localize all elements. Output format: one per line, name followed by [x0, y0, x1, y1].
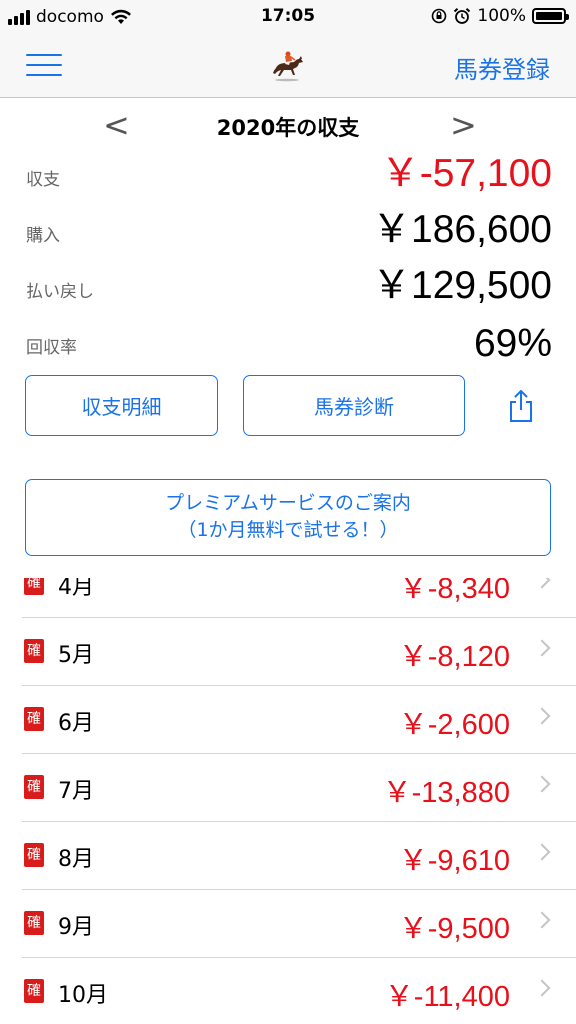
month-amount: ￥-2,600: [398, 709, 510, 741]
payout-value: ￥129,500: [372, 264, 552, 307]
chevron-right-icon: [533, 979, 551, 997]
chevron-right-icon: [533, 843, 551, 861]
list-item[interactable]: 確 9月 ￥-9,500: [0, 890, 576, 958]
list-item[interactable]: 確 4月 ￥-8,340: [0, 578, 576, 618]
navigation-bar: 馬券登録: [0, 36, 576, 98]
list-item[interactable]: 確 6月 ￥-2,600: [0, 686, 576, 754]
confirmed-badge: 確: [24, 843, 44, 867]
month-amount: ￥-11,400: [384, 981, 510, 1013]
payout-row: 払い戻し ￥129,500: [26, 260, 552, 310]
horse-jockey-icon: [273, 51, 303, 82]
confirmed-badge: 確: [24, 707, 44, 731]
chevron-right-icon: [533, 911, 551, 929]
confirmed-badge: 確: [24, 911, 44, 935]
year-title: 2020年の収支: [216, 116, 360, 140]
list-item[interactable]: 確 5月 ￥-8,120: [0, 618, 576, 686]
return-rate-label: 回収率: [26, 338, 77, 358]
chevron-right-icon: [533, 639, 551, 657]
chevron-right-icon: [533, 775, 551, 793]
month-amount: ￥-13,880: [382, 777, 510, 809]
month-label: 8月: [58, 847, 94, 872]
confirmed-badge: 確: [24, 775, 44, 799]
status-bar: docomo 17:05 100%: [0, 0, 576, 36]
month-label: 5月: [58, 643, 94, 668]
confirmed-badge: 確: [24, 979, 44, 1003]
balance-row: 収支 ￥-57,100: [26, 148, 552, 198]
purchase-value: ￥186,600: [372, 208, 552, 251]
payout-label: 払い戻し: [26, 282, 94, 302]
confirmed-badge: 確: [24, 639, 44, 663]
month-amount: ￥-9,610: [398, 845, 510, 877]
month-label: 7月: [58, 779, 94, 804]
register-ticket-button[interactable]: 馬券登録: [454, 50, 550, 85]
balance-value: ￥-57,100: [380, 152, 552, 195]
month-amount: ￥-9,500: [398, 913, 510, 945]
month-label: 9月: [58, 915, 94, 940]
premium-line-2: （1か月無料で試せる！）: [177, 519, 399, 541]
share-icon[interactable]: [506, 388, 536, 424]
battery-icon: [532, 8, 569, 24]
battery-percent: 100%: [477, 6, 526, 26]
purchase-label: 購入: [26, 226, 60, 246]
return-rate-value: 69%: [473, 322, 552, 365]
list-item[interactable]: 確 8月 ￥-9,610: [0, 822, 576, 890]
balance-details-button[interactable]: 収支明細: [25, 375, 218, 436]
month-list: 確 4月 ￥-8,340 確 5月 ￥-8,120 確 6月 ￥-2,600 確…: [0, 578, 576, 1024]
chevron-right-icon: [533, 707, 551, 725]
premium-line-1: プレミアムサービスのご案内: [165, 492, 411, 514]
list-item[interactable]: 確 10月 ￥-11,400: [0, 958, 576, 1024]
return-rate-row: 回収率 69%: [26, 316, 552, 366]
year-selector: < 2020年の収支 >: [0, 106, 576, 144]
list-item[interactable]: 確 7月 ￥-13,880: [0, 754, 576, 822]
month-label: 10月: [58, 983, 108, 1008]
orientation-lock-icon: [432, 8, 447, 24]
month-label: 6月: [58, 711, 94, 736]
ticket-diagnosis-button[interactable]: 馬券診断: [243, 375, 465, 436]
chevron-right-icon: [533, 578, 551, 589]
balance-label: 収支: [26, 170, 60, 190]
premium-service-button[interactable]: プレミアムサービスのご案内 （1か月無料で試せる！）: [25, 479, 551, 556]
month-label: 4月: [58, 578, 94, 600]
next-year-button[interactable]: >: [450, 106, 477, 144]
purchase-row: 購入 ￥186,600: [26, 204, 552, 254]
month-amount: ￥-8,340: [398, 578, 510, 605]
confirmed-badge: 確: [24, 578, 44, 595]
status-right: 100%: [431, 6, 569, 26]
alarm-icon: [454, 8, 471, 24]
month-amount: ￥-8,120: [398, 641, 510, 673]
menu-icon[interactable]: [26, 54, 62, 76]
